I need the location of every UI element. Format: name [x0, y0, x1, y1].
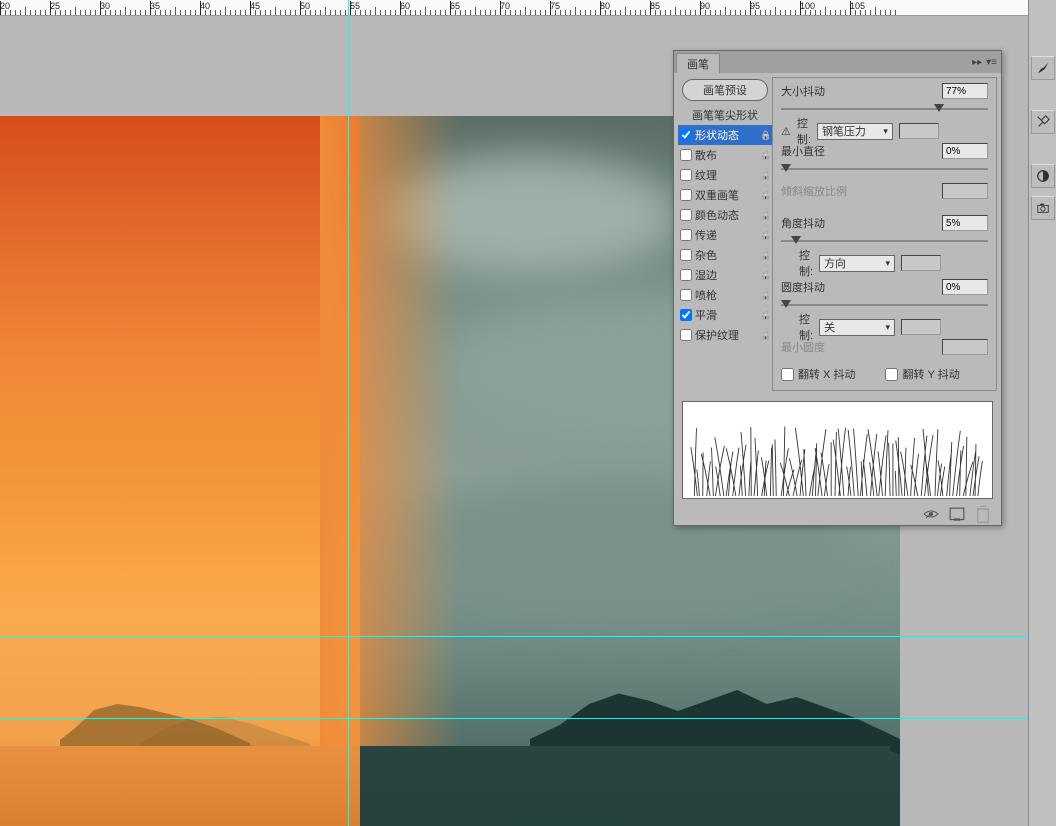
trash-icon[interactable] [975, 507, 991, 521]
option-checkbox[interactable] [680, 129, 692, 141]
control2-value-box [901, 255, 941, 271]
brush-presets-button[interactable]: 画笔预设 [682, 79, 768, 101]
toggle-preview-icon[interactable] [923, 507, 939, 521]
option-形状动态[interactable]: 形状动态🔒 [678, 125, 772, 145]
option-label: 散布 [695, 147, 757, 163]
lock-icon[interactable]: 🔒 [760, 170, 770, 181]
option-checkbox[interactable] [680, 229, 692, 241]
option-label: 湿边 [695, 267, 757, 283]
option-喷枪[interactable]: 喷枪🔒 [678, 285, 772, 305]
brush-tip-shape-header[interactable]: 画笔笔尖形状 [678, 105, 772, 125]
min-roundness-label: 最小圆度 [781, 339, 936, 355]
lock-icon[interactable]: 🔒 [760, 190, 770, 201]
panel-footer [674, 503, 1001, 525]
mountain-reflection [890, 746, 900, 796]
brush-panel: 画笔 ▸▸ ▾≡ 画笔预设 画笔笔尖形状 形状动态🔒散布🔒纹理🔒双重画笔🔒颜色动… [673, 50, 1002, 526]
roundness-jitter-label: 圆度抖动 [781, 279, 936, 295]
new-preset-icon[interactable] [949, 507, 965, 521]
panel-tabs: 画笔 ▸▸ ▾≡ [674, 51, 1001, 73]
lock-icon[interactable]: 🔒 [760, 310, 770, 321]
lock-icon[interactable]: 🔒 [760, 290, 770, 301]
angle-jitter-slider[interactable] [781, 234, 988, 248]
water-left [0, 746, 360, 826]
option-label: 纹理 [695, 167, 757, 183]
option-checkbox[interactable] [680, 169, 692, 181]
lock-icon[interactable]: 🔒 [760, 130, 770, 141]
option-checkbox[interactable] [680, 289, 692, 301]
lock-icon[interactable]: 🔒 [760, 330, 770, 341]
tilt-scale-label: 倾斜缩放比例 [781, 183, 936, 199]
option-label: 传递 [695, 227, 757, 243]
tab-brush[interactable]: 画笔 [676, 53, 720, 73]
right-toolbar [1028, 0, 1056, 826]
option-label: 形状动态 [695, 127, 757, 143]
option-checkbox[interactable] [680, 189, 692, 201]
tools-icon[interactable] [1031, 110, 1055, 134]
angle-jitter-value[interactable] [942, 215, 988, 231]
size-jitter-slider[interactable] [781, 102, 988, 116]
brush-options-list: 画笔预设 画笔笔尖形状 形状动态🔒散布🔒纹理🔒双重画笔🔒颜色动态🔒传递🔒杂色🔒湿… [678, 77, 772, 391]
shape-dynamics-settings: 大小抖动 ⚠ 控制: 钢笔压力 最小直径 倾斜缩放比例 角度抖动 [772, 77, 997, 391]
lock-icon[interactable]: 🔒 [760, 270, 770, 281]
option-label: 颜色动态 [695, 207, 757, 223]
flip-y-checkbox[interactable]: 翻转 Y 抖动 [885, 366, 959, 382]
roundness-jitter-value[interactable] [942, 279, 988, 295]
option-checkbox[interactable] [680, 309, 692, 321]
angle-jitter-label: 角度抖动 [781, 215, 936, 231]
tilt-scale-value [942, 183, 988, 199]
color-swatch-icon[interactable] [1031, 164, 1055, 188]
warning-icon: ⚠ [781, 125, 791, 138]
option-label: 平滑 [695, 307, 757, 323]
lock-icon[interactable]: 🔒 [760, 210, 770, 221]
option-纹理[interactable]: 纹理🔒 [678, 165, 772, 185]
option-双重画笔[interactable]: 双重画笔🔒 [678, 185, 772, 205]
option-颜色动态[interactable]: 颜色动态🔒 [678, 205, 772, 225]
option-checkbox[interactable] [680, 149, 692, 161]
roundness-jitter-slider[interactable] [781, 298, 988, 312]
panel-menu-icon[interactable]: ▾≡ [986, 57, 997, 68]
brush-preview [682, 401, 993, 499]
control3-dropdown[interactable]: 关 [819, 319, 895, 336]
image-blend-transition [320, 116, 460, 826]
min-roundness-value [942, 339, 988, 355]
option-label: 双重画笔 [695, 187, 757, 203]
control2-dropdown[interactable]: 方向 [819, 255, 895, 272]
flip-x-checkbox[interactable]: 翻转 X 抖动 [781, 366, 855, 382]
option-label: 喷枪 [695, 287, 757, 303]
control1-dropdown[interactable]: 钢笔压力 [817, 123, 893, 140]
option-湿边[interactable]: 湿边🔒 [678, 265, 772, 285]
option-checkbox[interactable] [680, 329, 692, 341]
lock-icon[interactable]: 🔒 [760, 150, 770, 161]
guide-horizontal-2[interactable] [0, 718, 1028, 719]
option-checkbox[interactable] [680, 209, 692, 221]
option-杂色[interactable]: 杂色🔒 [678, 245, 772, 265]
size-jitter-label: 大小抖动 [781, 83, 936, 99]
lock-icon[interactable]: 🔒 [760, 250, 770, 261]
guide-vertical[interactable] [348, 0, 349, 826]
horizontal-ruler: 20253035404550556065707580859095100105 [0, 0, 1028, 16]
control1-value-box [899, 123, 939, 139]
panel-collapse-icon[interactable]: ▸▸ [972, 57, 982, 68]
brush-panel-icon[interactable] [1031, 56, 1055, 80]
min-diameter-value[interactable] [942, 143, 988, 159]
option-checkbox[interactable] [680, 249, 692, 261]
guide-horizontal-1[interactable] [0, 636, 1028, 637]
option-传递[interactable]: 传递🔒 [678, 225, 772, 245]
water-right [360, 746, 900, 826]
lock-icon[interactable]: 🔒 [760, 230, 770, 241]
camera-icon[interactable] [1031, 196, 1055, 220]
option-label: 杂色 [695, 247, 757, 263]
min-diameter-slider[interactable] [781, 162, 988, 176]
option-平滑[interactable]: 平滑🔒 [678, 305, 772, 325]
option-label: 保护纹理 [695, 327, 757, 343]
control3-value-box [901, 319, 941, 335]
control2-label: 控制: [799, 247, 813, 279]
option-保护纹理[interactable]: 保护纹理🔒 [678, 325, 772, 345]
option-checkbox[interactable] [680, 269, 692, 281]
min-diameter-label: 最小直径 [781, 143, 936, 159]
size-jitter-value[interactable] [942, 83, 988, 99]
option-散布[interactable]: 散布🔒 [678, 145, 772, 165]
